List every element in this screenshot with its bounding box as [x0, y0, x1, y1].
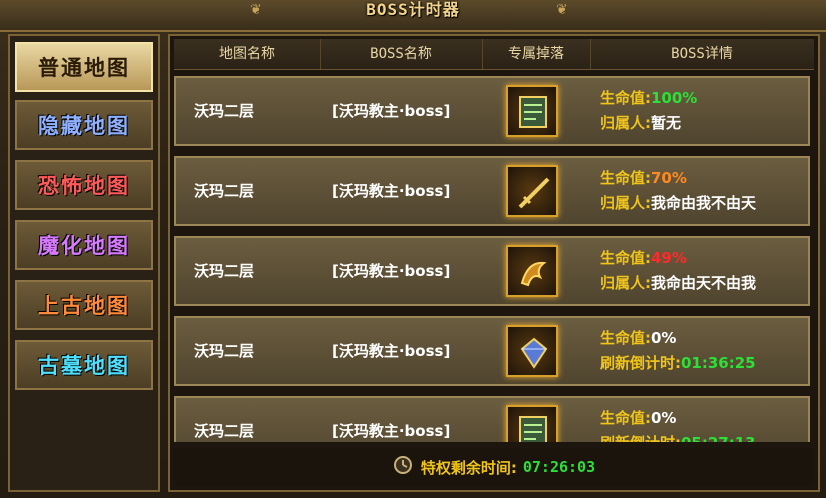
row-boss-name: [沃玛教主·boss] — [332, 342, 451, 360]
table-row[interactable]: 沃玛二层 [沃玛教主·boss] 生命值:0% 刷新倒计时:01:36:25 — [174, 316, 810, 386]
nav-map-category-3[interactable]: 魔化地图 — [15, 220, 153, 270]
detail-value: 我命由我不由天 — [651, 194, 757, 212]
nav-map-category-label: 普通地图 — [38, 55, 130, 80]
ornament-left-icon: ❦ — [250, 2, 262, 18]
scroll-icon — [519, 96, 547, 128]
detail-label: 归属人: — [600, 194, 651, 212]
detail-label: 生命值: — [600, 169, 651, 187]
row-drop-slot[interactable] — [506, 325, 558, 377]
nav-map-category-label: 魔化地图 — [38, 233, 130, 258]
nav-map-category-label: 上古地图 — [38, 293, 130, 318]
privilege-timer-label: 特权剩余时间: — [420, 458, 517, 477]
nav-map-category-4[interactable]: 上古地图 — [15, 280, 153, 330]
hp-value: 100% — [651, 89, 698, 107]
row-map-name: 沃玛二层 — [194, 422, 255, 440]
row-details: 生命值:100% 归属人:暂无 — [600, 86, 810, 136]
row-map-name: 沃玛二层 — [194, 342, 255, 360]
dragon-icon — [520, 261, 547, 287]
boss-timer-window: ❦ BOSS计时器 ❦ 普通地图隐藏地图恐怖地图魔化地图上古地图古墓地图 地图名… — [0, 0, 826, 498]
row-details: 生命值:0% 刷新倒计时:01:36:25 — [600, 326, 810, 376]
sword-icon — [518, 177, 550, 209]
header-boss-details: BOSS详情 — [671, 46, 733, 62]
map-category-nav: 普通地图隐藏地图恐怖地图魔化地图上古地图古墓地图 — [8, 34, 160, 492]
detail-label: 刷新倒计时: — [600, 434, 681, 442]
row-boss-name: [沃玛教主·boss] — [332, 422, 451, 440]
detail-label: 归属人: — [600, 274, 651, 292]
privilege-timer: 特权剩余时间: 07:26:03 — [174, 448, 814, 486]
row-drop-slot[interactable] — [506, 85, 558, 137]
scroll-icon — [519, 416, 547, 442]
hp-value: 0% — [651, 409, 677, 427]
detail-label: 生命值: — [600, 89, 651, 107]
detail-value: 01:36:25 — [681, 354, 756, 372]
row-map-name: 沃玛二层 — [194, 182, 255, 200]
row-map-name: 沃玛二层 — [194, 262, 255, 280]
hp-value: 70% — [651, 169, 687, 187]
row-details: 生命值:49% 归属人:我命由天不由我 — [600, 246, 810, 296]
ornament-right-icon: ❦ — [556, 2, 568, 18]
title-bar: ❦ BOSS计时器 ❦ — [0, 0, 826, 32]
detail-label: 归属人: — [600, 114, 651, 132]
detail-value: 05:27:13 — [681, 434, 756, 442]
header-map-name: 地图名称 — [174, 39, 321, 69]
privilege-timer-value: 07:26:03 — [522, 458, 596, 476]
row-boss-name: [沃玛教主·boss] — [332, 182, 451, 200]
nav-map-category-label: 隐藏地图 — [38, 113, 130, 138]
table-row[interactable]: 沃玛二层 [沃玛教主·boss] 生命值:49% 归属人:我命由天不由我 — [174, 236, 810, 306]
header-boss-name: BOSS名称 — [320, 39, 483, 69]
detail-label: 生命值: — [600, 249, 651, 267]
table-row[interactable]: 沃玛二层 [沃玛教主·boss] 生命值:0% 刷新倒计时:05:27:13 — [174, 396, 810, 442]
row-boss-name: [沃玛教主·boss] — [332, 262, 451, 280]
detail-label: 生命值: — [600, 329, 651, 347]
header-exclusive-drop: 专属掉落 — [482, 39, 591, 69]
nav-map-category-2[interactable]: 恐怖地图 — [15, 160, 153, 210]
detail-value: 暂无 — [651, 114, 682, 132]
table-row[interactable]: 沃玛二层 [沃玛教主·boss] 生命值:100% 归属人:暂无 — [174, 76, 810, 146]
table-row[interactable]: 沃玛二层 [沃玛教主·boss] 生命值:70% 归属人:我命由我不由天 — [174, 156, 810, 226]
gem-icon — [520, 337, 548, 369]
row-details: 生命值:0% 刷新倒计时:05:27:13 — [600, 406, 810, 442]
row-drop-slot[interactable] — [506, 165, 558, 217]
detail-value: 我命由天不由我 — [651, 274, 757, 292]
hp-value: 0% — [651, 329, 677, 347]
window-title: BOSS计时器 — [366, 0, 460, 19]
row-drop-slot[interactable] — [506, 245, 558, 297]
nav-map-category-label: 恐怖地图 — [38, 173, 130, 198]
row-boss-name: [沃玛教主·boss] — [332, 102, 451, 120]
detail-label: 生命值: — [600, 409, 651, 427]
nav-map-category-label: 古墓地图 — [38, 353, 130, 378]
clock-icon — [393, 455, 413, 479]
boss-rows[interactable]: 沃玛二层 [沃玛教主·boss] 生命值:100% 归属人:暂无 沃玛二层 [沃玛教主·b… — [174, 72, 814, 442]
nav-map-category-1[interactable]: 隐藏地图 — [15, 100, 153, 150]
row-drop-slot[interactable] — [506, 405, 558, 442]
row-details: 生命值:70% 归属人:我命由我不由天 — [600, 166, 810, 216]
nav-map-category-0[interactable]: 普通地图 — [15, 42, 153, 92]
detail-label: 刷新倒计时: — [600, 354, 681, 372]
row-map-name: 沃玛二层 — [194, 102, 255, 120]
hp-value: 49% — [651, 249, 687, 267]
boss-table: 地图名称 BOSS名称 专属掉落 BOSS详情 沃玛二层 [沃玛教主·boss] 生… — [168, 34, 820, 492]
table-header: 地图名称 BOSS名称 专属掉落 BOSS详情 — [174, 39, 814, 70]
nav-map-category-5[interactable]: 古墓地图 — [15, 340, 153, 390]
